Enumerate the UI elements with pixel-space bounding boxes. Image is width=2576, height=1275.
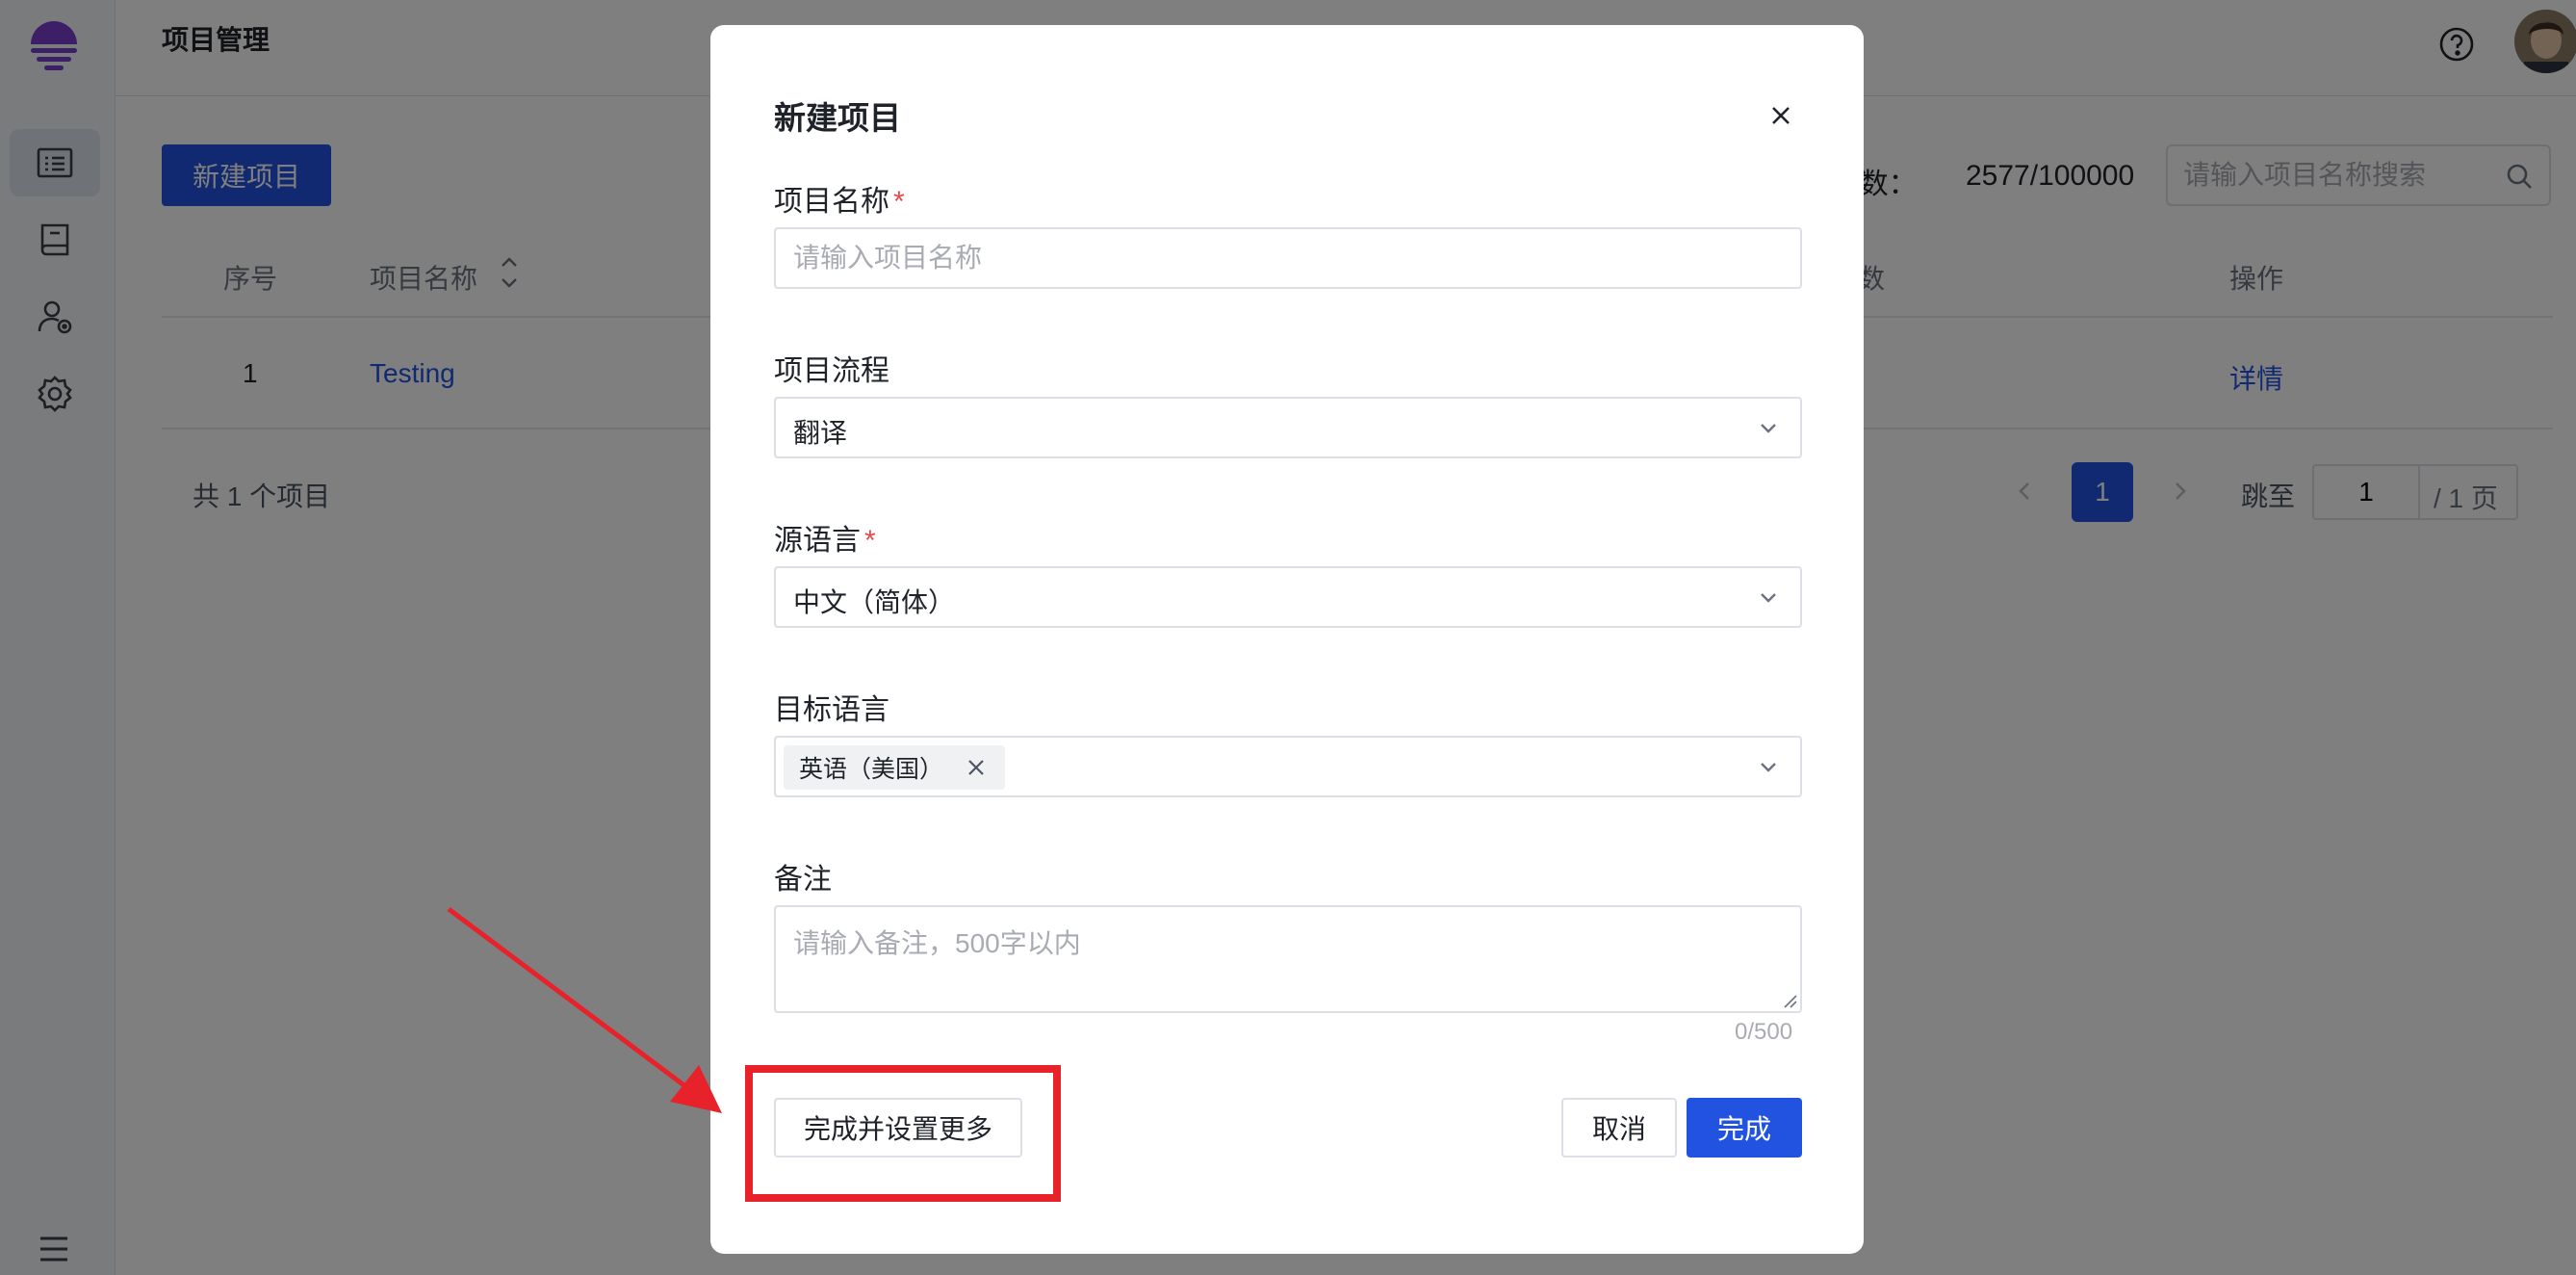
name-field-box: [774, 227, 1802, 289]
name-label-text: 项目名称: [774, 186, 889, 218]
chevron-down-icon: [1761, 763, 1776, 772]
required-mark: *: [893, 186, 905, 218]
close-button[interactable]: [1762, 96, 1800, 135]
language-tag-text: 英语（美国）: [799, 756, 944, 783]
notes-counter: 0/500: [1735, 1019, 1793, 1045]
notes-placeholder: 请输入备注，500字以内: [793, 928, 1081, 958]
required-mark: *: [864, 525, 876, 557]
annotation-arrow-icon: [447, 906, 722, 1113]
close-icon: [1772, 107, 1790, 124]
chevron-down-icon: [1761, 593, 1776, 603]
target-label: 目标语言: [774, 694, 889, 726]
language-tag: 英语（美国）: [784, 745, 1006, 790]
confirm-button[interactable]: 完成: [1687, 1098, 1802, 1158]
annotation-highlight-box: [745, 1065, 1061, 1202]
source-label: 源语言 *: [774, 516, 876, 559]
chevron-down-icon: [1761, 424, 1776, 433]
source-select-value: 中文（简体）: [793, 587, 956, 617]
project-name-input[interactable]: [793, 229, 1756, 287]
name-label: 项目名称 *: [774, 177, 905, 220]
flow-select[interactable]: 翻译: [774, 397, 1802, 458]
resize-handle-icon[interactable]: [1781, 992, 1798, 1009]
source-label-text: 源语言: [774, 525, 861, 557]
notes-textarea[interactable]: 请输入备注，500字以内: [774, 905, 1802, 1013]
source-language-select[interactable]: 中文（简体）: [774, 566, 1802, 628]
flow-label: 项目流程: [774, 355, 889, 387]
target-language-select[interactable]: 英语（美国）: [774, 736, 1802, 797]
cancel-button[interactable]: 取消: [1561, 1098, 1677, 1158]
flow-select-value: 翻译: [793, 418, 848, 448]
remove-tag-icon[interactable]: [966, 758, 986, 777]
notes-label: 备注: [774, 864, 832, 896]
dialog-title: 新建项目: [774, 100, 901, 136]
